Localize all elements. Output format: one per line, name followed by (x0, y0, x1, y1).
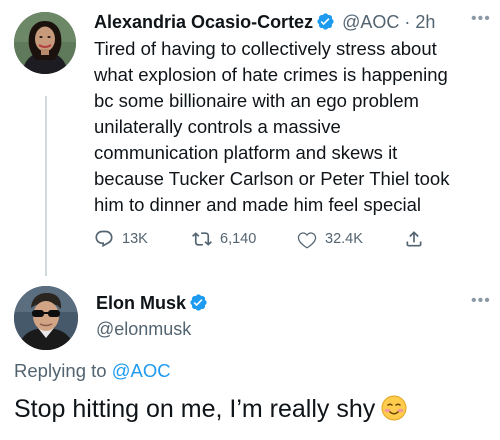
tweet-header: Elon Musk (96, 290, 210, 319)
author-handle[interactable]: @elonmusk (96, 316, 191, 342)
replying-to-label: Replying to (14, 360, 107, 381)
tweet-text: Stop hitting on me, I’m really shy (14, 392, 407, 430)
share-button[interactable] (404, 225, 424, 253)
tweet-text-line: unilaterally controls a massive (94, 116, 341, 137)
avatar[interactable] (14, 12, 76, 74)
thread-connector-line (45, 96, 47, 276)
smiling-face-icon (381, 395, 407, 430)
separator-dot: · (404, 12, 411, 32)
tweet-text-line: him to dinner and made him feel special (94, 194, 422, 215)
replying-to-line: Replying to @AOC (14, 358, 171, 384)
more-horizontal-icon[interactable]: ••• (471, 10, 491, 28)
tweet-text: Tired of having to collectively stress a… (94, 36, 494, 218)
tweet-text-line: Tired of having to collectively stress a… (94, 38, 437, 59)
retweet-button[interactable]: 6,140 (192, 225, 256, 253)
aoc-avatar-image (14, 12, 76, 74)
tweet-header: Alexandria Ocasio-Cortez @AOC · 2h (94, 9, 435, 38)
tweet-text-line: communication platform and skews it (94, 142, 398, 163)
avatar[interactable] (14, 286, 78, 350)
tweet-text-line: bc some billionaire with an ego problem (94, 90, 419, 111)
musk-avatar-image (14, 286, 78, 350)
reply-icon (94, 229, 114, 249)
author-handle[interactable]: @AOC (342, 12, 399, 32)
more-horizontal-icon[interactable]: ••• (471, 292, 491, 310)
reply-button[interactable]: 13K (94, 225, 148, 253)
heart-icon (297, 229, 317, 249)
tweet-text-line: what explosion of hate crimes is happeni… (94, 64, 448, 85)
share-icon (404, 229, 424, 249)
tweet-actions: 13K 6,140 32.4K (94, 225, 474, 253)
retweet-count: 6,140 (220, 231, 257, 247)
like-count: 32.4K (325, 231, 363, 247)
verified-badge-icon (189, 293, 208, 319)
verified-badge-icon (316, 12, 335, 38)
like-button[interactable]: 32.4K (297, 225, 363, 253)
mention-link[interactable]: @AOC (112, 360, 171, 381)
retweet-icon (192, 229, 212, 249)
author-name[interactable]: Elon Musk (96, 293, 186, 313)
author-name[interactable]: Alexandria Ocasio-Cortez (94, 12, 313, 32)
timestamp[interactable]: 2h (415, 12, 435, 32)
reply-count: 13K (122, 231, 148, 247)
tweet-text-line: because Tucker Carlson or Peter Thiel to… (94, 168, 450, 189)
reply-text-content: Stop hitting on me, I’m really shy (14, 395, 376, 423)
